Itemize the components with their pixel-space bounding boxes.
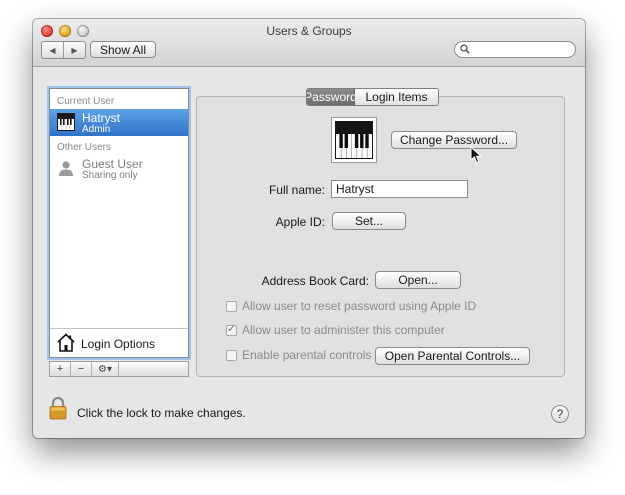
house-icon: [57, 333, 75, 352]
current-user-header: Current User: [57, 96, 115, 107]
checkmark-icon: ✓: [227, 322, 237, 335]
help-button[interactable]: ?: [551, 405, 569, 423]
set-apple-id-button[interactable]: Set...: [332, 212, 406, 230]
current-user-role: Admin: [82, 124, 111, 135]
user-row-hatryst[interactable]: Hatryst Admin: [50, 109, 188, 136]
reset-password-checkbox[interactable]: [226, 300, 237, 312]
guest-user-role: Sharing only: [82, 170, 138, 181]
back-forward-control: ◀ ▶: [41, 41, 86, 59]
mouse-pointer-icon: [470, 146, 482, 164]
tab-login-items[interactable]: Login Items: [355, 89, 438, 105]
administer-checkbox[interactable]: ✓: [226, 322, 237, 336]
parental-controls-label: Enable parental controls: [242, 348, 372, 362]
add-user-button[interactable]: +: [50, 362, 71, 376]
lock-icon[interactable]: [49, 396, 67, 420]
piano-avatar-icon: [335, 121, 373, 159]
search-field[interactable]: [454, 41, 576, 58]
change-password-button[interactable]: Change Password...: [391, 131, 517, 149]
parental-controls-checkbox-row[interactable]: Enable parental controls: [226, 348, 371, 362]
other-users-header: Other Users: [57, 142, 111, 153]
login-options-label: Login Options: [81, 337, 156, 351]
back-button[interactable]: ◀: [42, 42, 64, 58]
tab-password[interactable]: Password: [307, 89, 357, 105]
reset-password-label: Allow user to reset password using Apple…: [242, 299, 477, 313]
apple-id-label: Apple ID:: [275, 215, 325, 229]
tab-bar: Password Login Items: [306, 88, 439, 106]
current-user-name: Hatryst: [82, 111, 121, 125]
system-preferences-window: Users & Groups ◀ ▶ Show All Current User: [33, 19, 585, 438]
administer-checkbox-row[interactable]: ✓ Allow user to administer this computer: [226, 323, 445, 337]
forward-button[interactable]: ▶: [64, 42, 85, 58]
guest-user-name: Guest User: [82, 157, 143, 171]
remove-user-button[interactable]: −: [71, 362, 92, 376]
login-options-item[interactable]: Login Options: [50, 328, 188, 357]
user-row-guest[interactable]: Guest User Sharing only: [50, 155, 188, 182]
person-icon: [59, 161, 73, 176]
title-bar: Users & Groups ◀ ▶ Show All: [33, 19, 585, 67]
lock-message: Click the lock to make changes.: [77, 406, 246, 420]
piano-avatar-icon: [57, 113, 75, 131]
user-list: Current User Hatryst Admin Other Users G…: [49, 88, 189, 358]
user-list-toolbar: + − ⚙▾: [49, 361, 189, 377]
user-picture[interactable]: [331, 117, 377, 163]
address-book-card-label: Address Book Card:: [261, 274, 369, 288]
full-name-label: Full name:: [268, 183, 325, 197]
action-menu-button[interactable]: ⚙▾: [92, 362, 119, 376]
full-name-field[interactable]: Hatryst: [331, 180, 468, 198]
show-all-button[interactable]: Show All: [90, 41, 156, 58]
reset-password-checkbox-row[interactable]: Allow user to reset password using Apple…: [226, 299, 476, 313]
open-parental-controls-button[interactable]: Open Parental Controls...: [375, 347, 530, 365]
open-address-book-button[interactable]: Open...: [375, 271, 461, 289]
administer-label: Allow user to administer this computer: [242, 323, 445, 337]
window-title: Users & Groups: [266, 24, 352, 38]
search-icon: [460, 44, 470, 54]
parental-controls-checkbox[interactable]: [226, 349, 237, 361]
